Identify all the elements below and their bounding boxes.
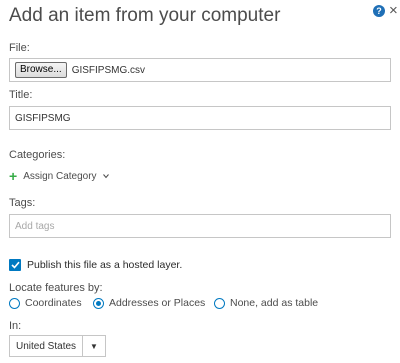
checkmark-icon [10, 261, 20, 269]
publish-label: Publish this file as a hosted layer. [27, 259, 183, 271]
assign-category-label: Assign Category [23, 170, 97, 182]
file-input[interactable]: Browse... GISFIPSMG.csv [9, 58, 391, 82]
tags-label: Tags: [9, 197, 36, 209]
country-select[interactable]: United States ▼ [9, 335, 106, 357]
radio-coordinates[interactable]: Coordinates [9, 297, 82, 309]
radio-coordinates-label: Coordinates [25, 297, 82, 309]
country-select-value: United States [16, 340, 77, 352]
title-input[interactable]: GISFIPSMG [9, 106, 391, 130]
tags-input[interactable]: Add tags [9, 214, 391, 238]
categories-label: Categories: [9, 149, 66, 161]
browse-button[interactable]: Browse... [15, 62, 67, 78]
country-label: In: [9, 320, 22, 332]
locate-label: Locate features by: [9, 282, 103, 294]
radio-addresses-or-places[interactable]: Addresses or Places [93, 297, 205, 309]
selected-file-name: GISFIPSMG.csv [71, 64, 146, 76]
chevron-down-icon [102, 174, 109, 179]
radio-none-table[interactable]: None, add as table [214, 297, 318, 309]
radio-button-selected[interactable] [93, 297, 104, 309]
tags-placeholder: Add tags [15, 220, 55, 232]
radio-button[interactable] [214, 297, 225, 309]
radio-addresses-label: Addresses or Places [109, 297, 206, 309]
dropdown-arrow-icon[interactable]: ▼ [82, 336, 105, 356]
radio-button[interactable] [9, 297, 20, 309]
close-icon[interactable]: × [389, 2, 398, 19]
publish-checkbox[interactable] [9, 259, 21, 271]
assign-category-dropdown[interactable]: + Assign Category [9, 168, 109, 184]
title-label: Title: [9, 89, 33, 101]
help-icon[interactable]: ? [373, 5, 385, 17]
file-label: File: [9, 42, 30, 54]
dialog-title: Add an item from your computer [9, 5, 281, 26]
title-input-value: GISFIPSMG [15, 112, 71, 124]
plus-icon: + [9, 168, 18, 184]
radio-none-label: None, add as table [230, 297, 319, 309]
